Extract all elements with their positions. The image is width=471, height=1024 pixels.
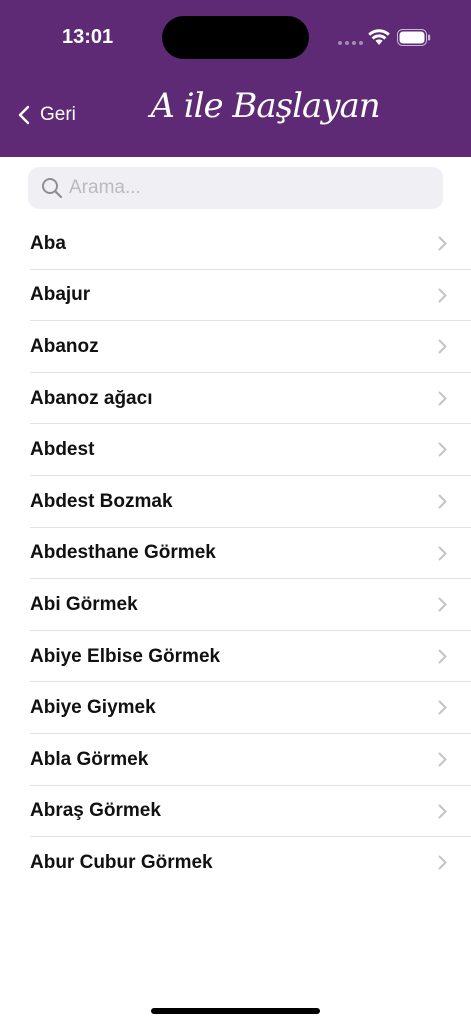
battery-icon — [397, 29, 431, 46]
list-item[interactable]: Abdesthane Görmek — [0, 528, 471, 580]
chevron-right-icon — [438, 752, 447, 767]
list-item[interactable]: Abanoz ağacı — [0, 373, 471, 425]
list-item[interactable]: Abiye Elbise Görmek — [0, 631, 471, 683]
list-item[interactable]: Abiye Giymek — [0, 682, 471, 734]
list-item-label: Abanoz — [30, 335, 99, 357]
page-title: A ile Başlayan — [150, 86, 380, 126]
chevron-right-icon — [438, 546, 447, 561]
chevron-left-icon — [18, 105, 30, 125]
chevron-right-icon — [438, 288, 447, 303]
list-item[interactable]: Abraş Görmek — [0, 786, 471, 838]
list-item[interactable]: Abajur — [0, 270, 471, 322]
list-item-label: Aba — [30, 232, 66, 254]
dynamic-island — [162, 16, 309, 59]
chevron-right-icon — [438, 855, 447, 870]
list-item-label: Abiye Giymek — [30, 697, 156, 719]
list-item-label: Abanoz ağacı — [30, 387, 153, 409]
list-item-label: Abiye Elbise Görmek — [30, 645, 221, 667]
chevron-right-icon — [438, 391, 447, 406]
search-bar[interactable] — [28, 167, 443, 209]
chevron-right-icon — [438, 494, 447, 509]
chevron-right-icon — [438, 700, 447, 715]
list-item[interactable]: Abi Görmek — [0, 579, 471, 631]
list-item[interactable]: Abdest Bozmak — [0, 476, 471, 528]
list-item-label: Abla Görmek — [30, 748, 149, 770]
back-button[interactable]: Geri — [18, 100, 76, 130]
list-item-label: Abraş Görmek — [30, 800, 161, 822]
list-item-label: Abur Cubur Görmek — [30, 851, 213, 873]
chevron-right-icon — [438, 339, 447, 354]
status-time: 13:01 — [62, 26, 114, 48]
chevron-right-icon — [438, 649, 447, 664]
wifi-icon — [368, 29, 390, 45]
list-item[interactable]: Abanoz — [0, 321, 471, 373]
cellular-signal-icon — [338, 41, 364, 45]
list-item-label: Abi Görmek — [30, 593, 138, 615]
list-item[interactable]: Abla Görmek — [0, 734, 471, 786]
list-item-label: Abdest — [30, 439, 95, 461]
list-item-label: Abajur — [30, 284, 91, 306]
home-indicator[interactable] — [151, 1008, 320, 1014]
search-input[interactable] — [69, 177, 429, 199]
list-item-label: Abdesthane Görmek — [30, 542, 216, 564]
chevron-right-icon — [438, 597, 447, 612]
list-item[interactable]: Abdest — [0, 424, 471, 476]
list-item[interactable]: Abur Cubur Görmek — [0, 837, 471, 889]
chevron-right-icon — [438, 236, 447, 251]
search-icon — [42, 178, 63, 199]
chevron-right-icon — [438, 442, 447, 457]
list-item[interactable]: Aba — [0, 218, 471, 270]
back-label: Geri — [40, 104, 76, 125]
word-list: Aba Abajur Abanoz Abanoz ağacı Abdest Ab… — [0, 218, 471, 889]
chevron-right-icon — [438, 804, 447, 819]
nav-header: 13:01 Geri A ile Başlayan — [0, 0, 471, 157]
list-item-label: Abdest Bozmak — [30, 490, 173, 512]
